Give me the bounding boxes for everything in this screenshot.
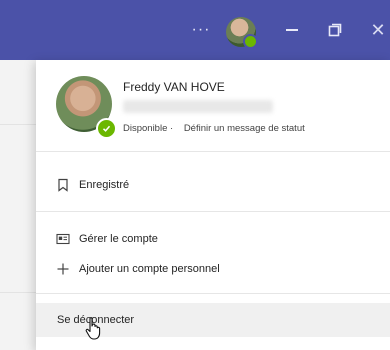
account-menu: Freddy VAN HOVE Disponible · Définir un … — [36, 60, 390, 350]
available-status-dot — [243, 34, 258, 49]
add-account-menu-item[interactable]: Ajouter un compte personnel — [36, 255, 390, 283]
restore-button[interactable] — [323, 20, 347, 40]
manage-account-label: Gérer le compte — [79, 233, 158, 245]
divider — [36, 151, 390, 152]
minimize-button[interactable] — [280, 20, 304, 40]
title-bar: ··· ✕ — [0, 0, 390, 60]
more-dots-icon: ··· — [191, 21, 211, 38]
blurred-email — [123, 100, 273, 113]
manage-account-menu-item[interactable]: Gérer le compte — [36, 225, 390, 253]
hand-pointer-cursor-icon — [84, 316, 106, 342]
id-card-icon — [55, 231, 71, 247]
more-options-button[interactable]: ··· — [188, 20, 214, 40]
account-avatar-button[interactable] — [226, 17, 258, 49]
saved-menu-item[interactable]: Enregistré — [36, 171, 390, 199]
status-row: Disponible · Définir un message de statu… — [123, 123, 305, 134]
divider — [36, 293, 390, 294]
close-button[interactable]: ✕ — [366, 20, 390, 40]
restore-window-icon — [328, 23, 342, 37]
user-name: Freddy VAN HOVE — [123, 80, 225, 94]
bookmark-icon — [55, 177, 71, 193]
close-icon: ✕ — [370, 19, 386, 40]
saved-label: Enregistré — [79, 179, 130, 191]
add-account-label: Ajouter un compte personnel — [79, 263, 220, 275]
divider — [36, 211, 390, 212]
plus-icon — [55, 261, 71, 277]
status-check-icon — [96, 118, 117, 139]
divider — [0, 292, 36, 293]
presence-status-button[interactable]: Disponible · — [123, 123, 173, 134]
set-status-message-link[interactable]: Définir un message de statut — [184, 123, 305, 134]
divider — [0, 124, 36, 125]
background-app-area — [0, 60, 36, 350]
